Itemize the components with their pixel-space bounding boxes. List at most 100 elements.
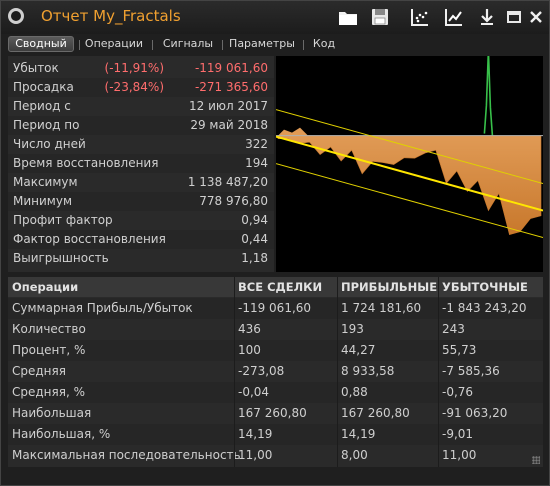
summary-label: Период по	[13, 118, 80, 132]
summary-row: Максимум 1 138 487,20	[8, 173, 274, 192]
summary-value: 0,94	[241, 213, 268, 227]
column-header[interactable]: ПРИБЫЛЬНЫЕ	[341, 280, 437, 294]
column-divider	[337, 277, 338, 467]
table-row: Наибольшая, % 14,19 14,19 -9,01	[8, 424, 543, 445]
table-cell: 436	[238, 322, 261, 336]
summary-label: Фактор восстановления	[13, 232, 166, 246]
column-header[interactable]: ВСЕ СДЕЛКИ	[238, 280, 322, 294]
table-cell: -273,08	[238, 364, 285, 378]
summary-label: Максимум	[13, 175, 78, 189]
row-label: Наибольшая, %	[12, 427, 111, 441]
summary-value: 0,44	[241, 232, 268, 246]
summary-row: Фактор восстановления 0,44	[8, 230, 274, 249]
title-bar: Отчет My_Fractals	[1, 1, 549, 34]
summary-value: 1 138 487,20	[187, 175, 268, 189]
summary-label: Время восстановления	[13, 156, 159, 170]
column-divider	[234, 277, 235, 467]
tab-signals[interactable]: Сигналы	[157, 36, 219, 52]
summary-label: Период с	[13, 99, 71, 113]
table-row: Максимальная последовательность 11,00 8,00…	[8, 445, 543, 466]
tab-operations[interactable]: Операции	[81, 36, 147, 52]
table-cell: 8 933,58	[341, 364, 395, 378]
folder-icon[interactable]	[337, 6, 359, 28]
minimize-icon[interactable]	[503, 6, 525, 28]
table-cell: 193	[341, 322, 364, 336]
tab-code[interactable]: Код	[307, 36, 341, 52]
tab-divider	[222, 40, 223, 50]
table-row: Наибольшая 167 260,80 167 260,80 -91 063,20	[8, 403, 543, 424]
summary-label: Число дней	[13, 137, 86, 151]
table-cell: 14,19	[238, 427, 273, 441]
summary-percent: (-23,84%)	[104, 80, 164, 94]
table-row: Суммарная Прибыль/Убыток -119 061,60 1 724…	[8, 298, 543, 319]
column-header[interactable]: УБЫТОЧНЫЕ	[442, 280, 528, 294]
table-cell: 100	[238, 343, 261, 357]
summary-row: Минимум 778 976,80	[8, 192, 274, 211]
row-label: Наибольшая	[12, 406, 92, 420]
row-label: Средняя, %	[12, 385, 85, 399]
column-header[interactable]: Операции	[12, 280, 78, 294]
summary-row: Время восстановления 194	[8, 154, 274, 173]
summary-value: 322	[245, 137, 268, 151]
summary-value: 29 май 2018	[190, 118, 268, 132]
logo-icon	[8, 8, 24, 24]
summary-value: 194	[245, 156, 268, 170]
chart-line-icon[interactable]	[443, 6, 465, 28]
summary-row: Период по 29 май 2018	[8, 116, 274, 135]
table-cell: -0,76	[442, 385, 474, 399]
row-label: Максимальная последовательность	[12, 448, 241, 462]
table-cell: 0,88	[341, 385, 368, 399]
column-divider	[438, 277, 439, 467]
table-cell: 55,73	[442, 343, 477, 357]
table-cell: -0,04	[238, 385, 270, 399]
table-cell: 44,27	[341, 343, 376, 357]
summary-panel: Убыток (-11,91%) -119 061,60 Просадка (-23,8…	[8, 56, 274, 272]
row-label: Процент, %	[12, 343, 86, 357]
row-label: Средняя	[12, 364, 66, 378]
table-cell: 167 260,80	[341, 406, 410, 420]
stats-table: Операции ВСЕ СДЕЛКИ ПРИБЫЛЬНЫЕ УБЫТОЧНЫЕ Сум…	[8, 277, 543, 467]
save-icon[interactable]	[369, 6, 391, 28]
summary-percent: (-11,91%)	[104, 61, 164, 75]
summary-row: Профит фактор 0,94	[8, 211, 274, 230]
table-cell: 167 260,80	[238, 406, 307, 420]
summary-value: 1,18	[241, 251, 268, 265]
equity-area-positive	[278, 127, 308, 136]
resize-grip[interactable]	[532, 456, 540, 464]
table-cell: 243	[442, 322, 465, 336]
table-cell: -91 063,20	[442, 406, 508, 420]
table-row: Количество 436 193 243	[8, 319, 543, 340]
chart-dots-icon[interactable]	[409, 6, 431, 28]
tab-divider	[79, 40, 80, 50]
download-icon[interactable]	[476, 6, 498, 28]
table-cell: 1 724 181,60	[341, 301, 422, 315]
summary-row: Число дней 322	[8, 135, 274, 154]
summary-label: Выигрышность	[13, 251, 109, 265]
equity-spike	[483, 56, 494, 136]
tab-bar: Сводный Операции Сигналы Параметры Код	[1, 34, 549, 54]
summary-row: Период с 12 июл 2017	[8, 97, 274, 116]
summary-label: Минимум	[13, 194, 73, 208]
summary-label: Профит фактор	[13, 213, 113, 227]
summary-value: -119 061,60	[194, 61, 268, 75]
table-row: Средняя -273,08 8 933,58 -7 585,36	[8, 361, 543, 382]
tab-summary[interactable]: Сводный	[8, 36, 74, 52]
equity-chart-svg	[276, 56, 543, 239]
summary-row: Просадка (-23,84%) -271 365,60	[8, 78, 274, 97]
summary-row: Убыток (-11,91%) -119 061,60	[8, 59, 274, 78]
table-cell: 14,19	[341, 427, 376, 441]
row-label: Количество	[12, 322, 86, 336]
table-cell: -7 585,36	[442, 364, 500, 378]
close-icon[interactable]	[525, 6, 547, 28]
equity-chart	[276, 56, 543, 272]
table-cell: -9,01	[442, 427, 474, 441]
table-row: Средняя, % -0,04 0,88 -0,76	[8, 382, 543, 403]
summary-label: Убыток	[13, 61, 59, 75]
summary-value: 12 июл 2017	[188, 99, 268, 113]
table-cell: 11,00	[238, 448, 273, 462]
tab-parameters[interactable]: Параметры	[225, 36, 299, 52]
summary-value: 778 976,80	[199, 194, 268, 208]
table-cell: -119 061,60	[238, 301, 312, 315]
table-cell: 11,00	[442, 448, 477, 462]
report-window: Отчет My_Fractals Сводный Операции Сигна…	[0, 0, 550, 486]
